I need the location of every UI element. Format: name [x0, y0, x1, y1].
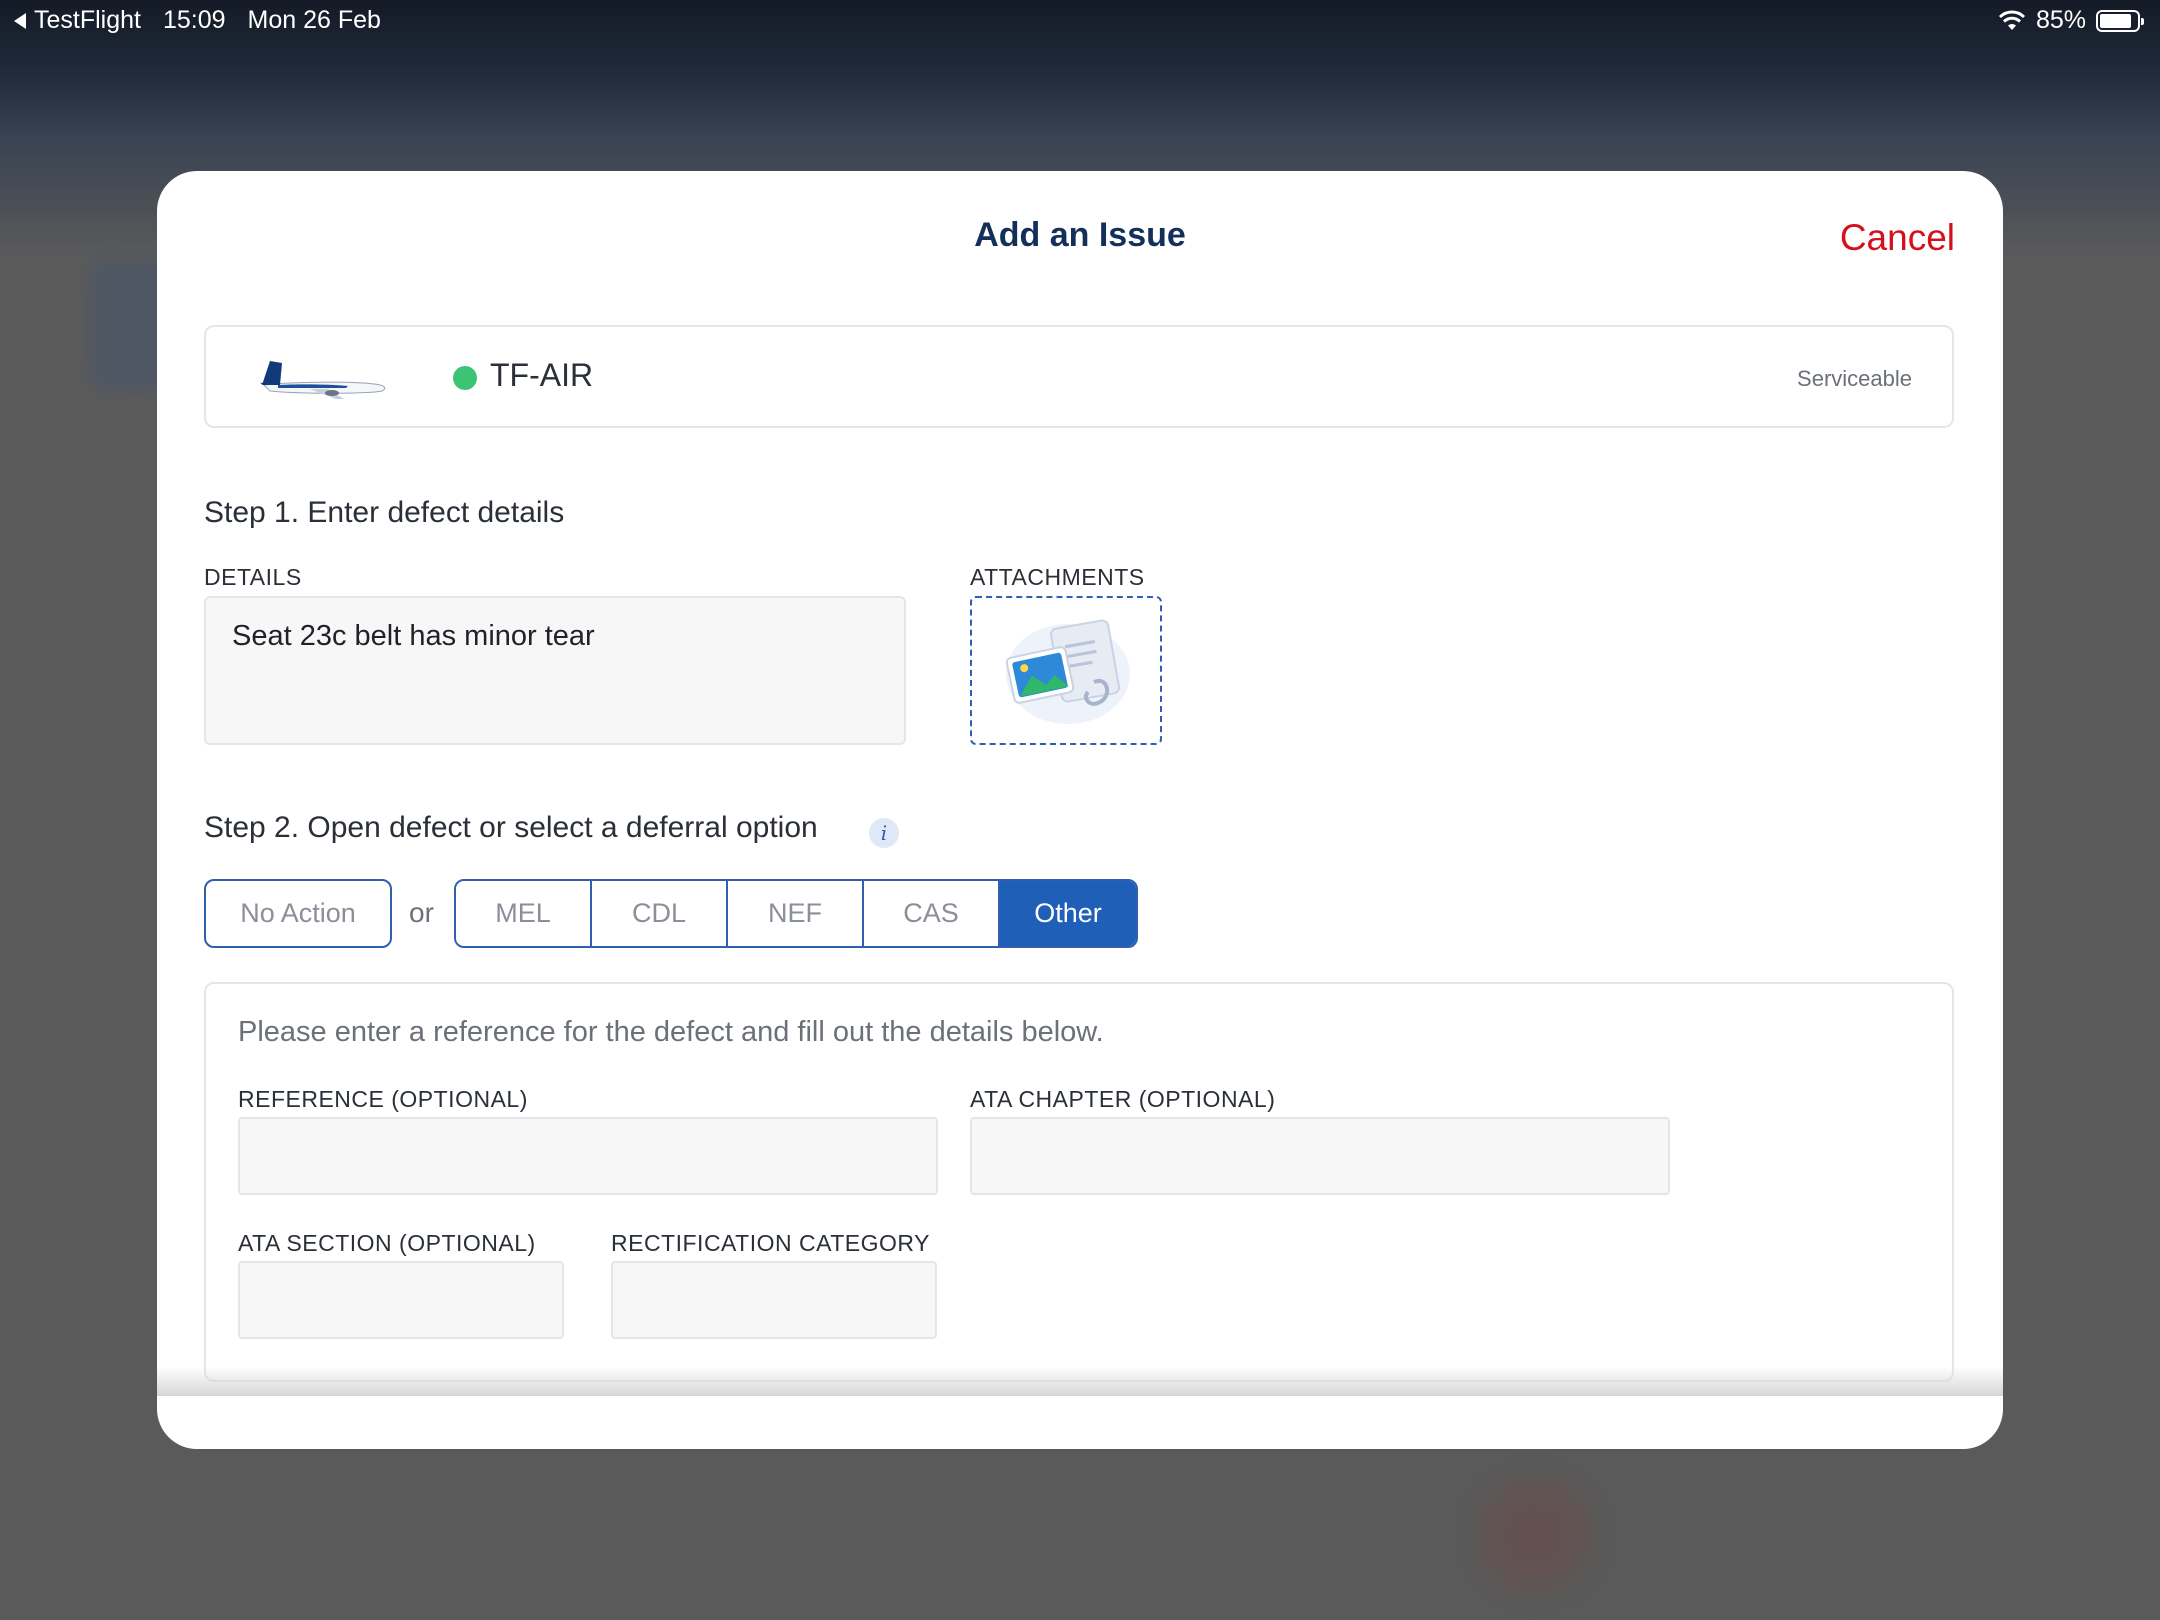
deferral-options: MEL CDL NEF CAS Other [454, 879, 1138, 948]
reference-input[interactable] [238, 1117, 938, 1195]
status-bar: TestFlight 15:09 Mon 26 Feb 85% [0, 0, 2160, 40]
no-action-button[interactable]: No Action [204, 879, 392, 948]
option-cas[interactable]: CAS [864, 881, 1000, 946]
back-arrow-icon [14, 12, 26, 29]
info-icon[interactable]: i [869, 818, 899, 848]
rectification-category-input[interactable] [611, 1261, 937, 1339]
details-label: DETAILS [204, 564, 302, 590]
details-textarea[interactable]: Seat 23c belt has minor tear [204, 596, 906, 745]
option-other[interactable]: Other [1000, 881, 1136, 946]
option-nef[interactable]: NEF [728, 881, 864, 946]
back-to-app-button[interactable]: TestFlight [14, 6, 141, 35]
attachment-icon [1005, 619, 1130, 724]
ata-section-input[interactable] [238, 1261, 564, 1339]
battery-fill [2100, 13, 2131, 28]
aircraft-card: TF-AIR Serviceable [204, 325, 1954, 428]
aircraft-registration: TF-AIR [490, 357, 594, 393]
add-issue-modal: Add an Issue Cancel TF-AIR Serviceable S… [157, 171, 2003, 1449]
option-cdl[interactable]: CDL [592, 881, 728, 946]
background-blur [1480, 1480, 1590, 1590]
ata-chapter-input[interactable] [970, 1117, 1670, 1195]
battery-icon [2096, 9, 2144, 32]
rectification-category-label: RECTIFICATION CATEGORY [611, 1230, 930, 1256]
step2-heading: Step 2. Open defect or select a deferral… [204, 811, 818, 844]
cancel-button[interactable]: Cancel [1840, 217, 1955, 259]
reference-label: REFERENCE (OPTIONAL) [238, 1086, 528, 1112]
attachments-label: ATTACHMENTS [970, 564, 1145, 590]
battery-percent: 85% [2035, 6, 2086, 34]
back-app-label: TestFlight [34, 6, 141, 34]
step1-heading: Step 1. Enter defect details [204, 496, 565, 529]
status-date: Mon 26 Feb [247, 6, 381, 34]
ata-chapter-label: ATA CHAPTER (OPTIONAL) [970, 1086, 1276, 1112]
aircraft-status: Serviceable [1797, 366, 1912, 391]
or-label: or [409, 897, 434, 928]
panel-hint: Please enter a reference for the defect … [238, 1016, 1104, 1048]
option-mel[interactable]: MEL [456, 881, 592, 946]
ata-section-label: ATA SECTION (OPTIONAL) [238, 1230, 536, 1256]
add-attachment-button[interactable] [970, 596, 1162, 745]
scroll-fade [157, 1366, 2003, 1396]
status-dot [453, 366, 477, 390]
other-details-panel: Please enter a reference for the defect … [204, 982, 1954, 1382]
modal-title: Add an Issue [974, 216, 1186, 254]
wifi-icon [1998, 10, 2026, 30]
status-time: 15:09 [162, 6, 226, 34]
aircraft-image [260, 361, 386, 399]
